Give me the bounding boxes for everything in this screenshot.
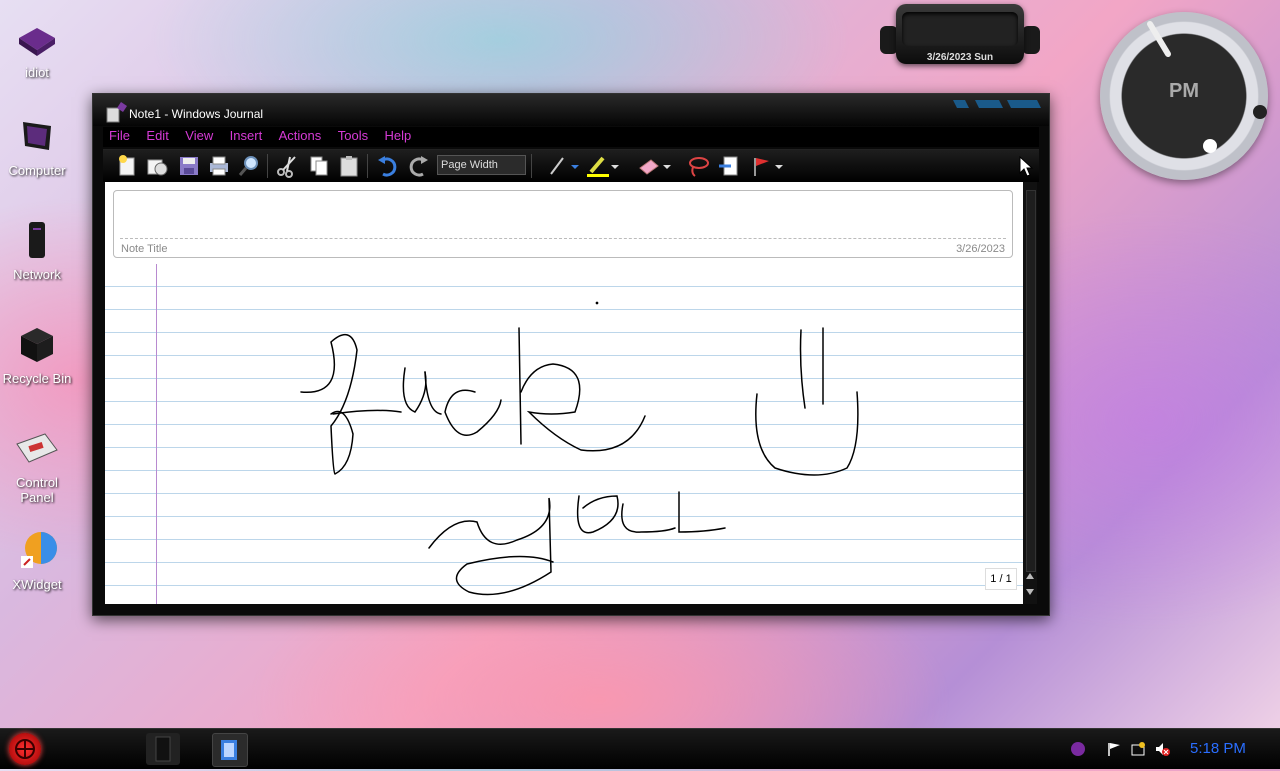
- scroll-up-icon[interactable]: [1024, 570, 1036, 582]
- lasso-icon[interactable]: [687, 154, 711, 178]
- taskbar-app-journal[interactable]: [212, 733, 248, 767]
- window-titlebar[interactable]: Note1 - Windows Journal: [93, 94, 1049, 126]
- taskbar-app-explorer[interactable]: [146, 733, 180, 765]
- journal-taskbar-icon: [221, 740, 237, 760]
- handwritten-ink: [300, 301, 859, 596]
- window-controls-icon[interactable]: [949, 98, 1043, 110]
- date-widget-text: 3/26/2023 Sun: [926, 52, 994, 63]
- desktop-icon-network[interactable]: Network: [0, 220, 74, 282]
- window-title: Note1 - Windows Journal: [129, 107, 264, 121]
- find-icon[interactable]: [237, 154, 261, 178]
- page-indicator: 1 / 1: [985, 568, 1017, 590]
- paste-icon[interactable]: [337, 154, 361, 178]
- network-tray-icon[interactable]: [1130, 741, 1146, 757]
- clock-widget[interactable]: PM: [1100, 12, 1268, 180]
- purple-orb-tray-icon[interactable]: [1068, 739, 1088, 759]
- desktop-icon-label: Control Panel: [16, 475, 58, 505]
- save-icon[interactable]: [177, 154, 201, 178]
- computer-icon: [23, 122, 51, 150]
- redo-icon[interactable]: [407, 154, 431, 178]
- eraser-dropdown-icon[interactable]: [661, 154, 673, 178]
- copy-icon[interactable]: [307, 154, 331, 178]
- menu-insert[interactable]: Insert: [230, 128, 263, 143]
- menu-edit[interactable]: Edit: [146, 128, 168, 143]
- flag-dropdown-icon[interactable]: [773, 154, 785, 178]
- vertical-scrollbar[interactable]: [1023, 182, 1037, 604]
- desktop-icon-label: Computer: [8, 163, 66, 178]
- clock-period: PM: [1169, 80, 1199, 102]
- xwidget-icon: [21, 532, 57, 568]
- journal-app-icon: [106, 102, 127, 123]
- toolbar: Page Width: [103, 149, 1039, 182]
- start-orb-icon: [15, 739, 35, 759]
- eraser-icon[interactable]: [637, 154, 661, 178]
- desktop-icon-control-panel[interactable]: Control Panel: [0, 428, 74, 505]
- new-note-icon[interactable]: [115, 154, 139, 178]
- menu-bar: File Edit View Insert Actions Tools Help: [103, 127, 1039, 147]
- pen-icon[interactable]: [545, 154, 569, 178]
- mouse-cursor-icon: [1019, 156, 1033, 177]
- scroll-down-icon[interactable]: [1024, 586, 1036, 598]
- desktop-icon-label: XWidget: [12, 577, 62, 592]
- menu-file[interactable]: File: [109, 128, 130, 143]
- new-note-template-icon[interactable]: [145, 154, 169, 178]
- zoom-select[interactable]: Page Width: [437, 155, 526, 175]
- undo-icon[interactable]: [375, 154, 399, 178]
- flag-icon[interactable]: [749, 154, 773, 178]
- desktop-icon-label: Network: [13, 267, 61, 282]
- highlighter-icon[interactable]: [585, 154, 609, 178]
- control-panel-icon: [16, 433, 58, 463]
- scrollbar-thumb[interactable]: [1026, 190, 1036, 572]
- taskbar-clock[interactable]: 5:18 PM: [1190, 740, 1246, 757]
- purple-box-icon: [19, 28, 55, 56]
- desktop-icon-xwidget[interactable]: XWidget: [0, 530, 74, 592]
- menu-actions[interactable]: Actions: [279, 128, 322, 143]
- desktop-icon-label: idiot: [25, 65, 49, 80]
- journal-window[interactable]: Note1 - Windows Journal File Edit View I…: [92, 93, 1050, 616]
- menu-view[interactable]: View: [185, 128, 213, 143]
- print-icon[interactable]: [207, 154, 231, 178]
- date-widget[interactable]: 3/26/2023 Sun: [880, 4, 1040, 66]
- desktop-icon-label: Recycle Bin: [2, 371, 72, 386]
- pen-dropdown-icon[interactable]: [569, 154, 581, 178]
- highlighter-dropdown-icon[interactable]: [609, 154, 621, 178]
- volume-muted-icon[interactable]: [1154, 741, 1170, 757]
- menu-tools[interactable]: Tools: [338, 128, 368, 143]
- explorer-icon: [155, 736, 171, 762]
- desktop-icon-recycle-bin[interactable]: Recycle Bin: [0, 324, 74, 386]
- menu-help[interactable]: Help: [385, 128, 412, 143]
- network-icon: [29, 222, 45, 258]
- action-center-flag-icon[interactable]: [1106, 741, 1122, 757]
- insert-space-icon[interactable]: [717, 154, 741, 178]
- desktop-icon-computer[interactable]: Computer: [0, 116, 74, 178]
- recycle-bin-icon: [21, 328, 53, 362]
- taskbar: 5:18 PM: [0, 728, 1280, 769]
- cut-icon[interactable]: [275, 154, 299, 178]
- desktop-icon-idiot[interactable]: idiot: [0, 18, 74, 80]
- note-page[interactable]: Note Title 3/26/2023 1 / 1: [105, 182, 1023, 604]
